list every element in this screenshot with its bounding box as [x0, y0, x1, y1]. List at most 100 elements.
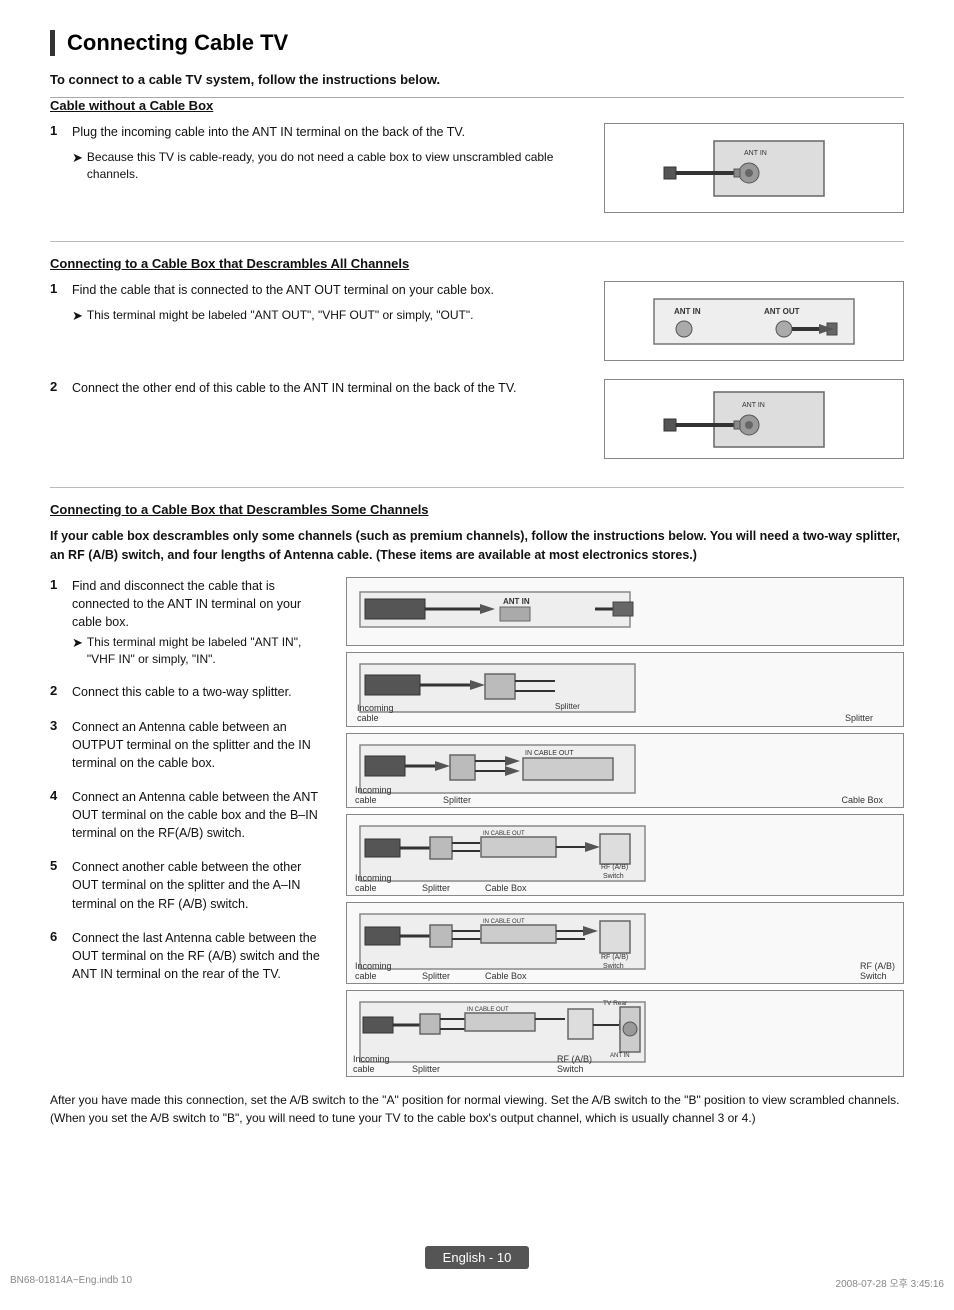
diag6-svg: IN CABLE OUT TV Rear ANT IN [355, 997, 655, 1067]
note-text: Because this TV is cable-ready, you do n… [87, 149, 584, 183]
arrow-icon: ➤ [72, 149, 83, 183]
step-num: 6 [50, 929, 66, 944]
svg-text:ANT IN: ANT IN [674, 307, 701, 316]
partial-step5: 5 Connect another cable between the othe… [50, 858, 330, 912]
diag-step6: IN CABLE OUT TV Rear ANT IN Incomingcabl… [346, 990, 904, 1077]
svg-text:Switch: Switch [603, 873, 624, 880]
diag3-svg: IN CABLE OUT [355, 740, 655, 798]
step-num: 1 [50, 281, 66, 296]
after-note: After you have made this connection, set… [50, 1091, 904, 1127]
section2-title: Connecting to a Cable Box that Descrambl… [50, 256, 904, 271]
svg-text:ANT OUT: ANT OUT [764, 307, 800, 316]
step-text: Find the cable that is connected to the … [72, 281, 494, 299]
ant-in-svg: ANT IN [654, 131, 854, 206]
diag2-label-splitter: Splitter [845, 713, 873, 723]
step-text: Connect this cable to a two-way splitter… [72, 683, 292, 701]
section3: Connecting to a Cable Box that Descrambl… [50, 502, 904, 1127]
section1: Cable without a Cable Box 1 Plug the inc… [50, 98, 904, 221]
page-header: Connecting Cable TV [50, 30, 904, 56]
diag3-label-splitter: Splitter [443, 795, 471, 805]
step-text: Connect the last Antenna cable between t… [72, 929, 330, 983]
svg-text:Switch: Switch [603, 963, 624, 970]
page-footer: English - 10 BN68-01814A~Eng.indb 10 200… [0, 1246, 954, 1290]
ant-in2-diagram: ANT IN [604, 379, 904, 459]
section3-intro: If your cable box descrambles only some … [50, 527, 904, 565]
step-text: Connect the other end of this cable to t… [72, 379, 516, 397]
diag5-label-splitter: Splitter [422, 971, 450, 981]
page-title: Connecting Cable TV [67, 30, 904, 56]
diag5-svg: IN CABLE OUT RF (A/B) Switch [355, 909, 655, 974]
ant-in2-svg: ANT IN [654, 387, 854, 452]
section1-steps: 1 Plug the incoming cable into the ANT I… [50, 123, 584, 183]
step-text: Find and disconnect the cable that is co… [72, 577, 330, 631]
partial-steps-col: 1 Find and disconnect the cable that is … [50, 577, 330, 1000]
section2-step2: 2 Connect the other end of this cable to… [50, 379, 584, 397]
step-row: 2 Connect this cable to a two-way splitt… [50, 683, 330, 701]
svg-text:RF (A/B): RF (A/B) [601, 954, 628, 961]
diag-step4: IN CABLE OUT RF (A/B) Switch Incomingcab… [346, 814, 904, 896]
section2-step1-row: 1 Find the cable that is connected to th… [50, 281, 904, 369]
step1-note: ➤ This terminal might be labeled "ANT IN… [72, 634, 330, 668]
step-text: Connect an Antenna cable between the ANT… [72, 788, 330, 842]
section2-steps1: 1 Find the cable that is connected to th… [50, 281, 584, 325]
ant-in-diagram: ANT IN [604, 123, 904, 213]
diag3-label-cablebox: Cable Box [841, 795, 883, 805]
page-subtitle: To connect to a cable TV system, follow … [50, 72, 904, 98]
section1-content: 1 Plug the incoming cable into the ANT I… [50, 123, 904, 221]
section2: Connecting to a Cable Box that Descrambl… [50, 256, 904, 467]
step-num: 2 [50, 683, 66, 698]
diag2-svg: Splitter [355, 659, 655, 717]
section1-step1: 1 Plug the incoming cable into the ANT I… [50, 123, 584, 141]
diag5-label-incoming: Incomingcable [355, 961, 392, 981]
diag3-label-incoming: Incomingcable [355, 785, 392, 805]
section1-step1-note: ➤ Because this TV is cable-ready, you do… [72, 149, 584, 183]
section2-diagram2: ANT IN [604, 379, 904, 467]
diag4-label-incoming: Incomingcable [355, 873, 392, 893]
partial-step2: 2 Connect this cable to a two-way splitt… [50, 683, 330, 701]
svg-text:ANT IN: ANT IN [503, 597, 530, 606]
step-row: 6 Connect the last Antenna cable between… [50, 929, 330, 983]
partial-step6: 6 Connect the last Antenna cable between… [50, 929, 330, 983]
section2-step1-note: ➤ This terminal might be labeled "ANT OU… [72, 307, 584, 325]
step-row: 5 Connect another cable between the othe… [50, 858, 330, 912]
diag-step5: IN CABLE OUT RF (A/B) Switch Incomingcab… [346, 902, 904, 984]
diag6-label-rfswitch: RF (A/B)Switch [557, 1054, 592, 1074]
diag-step1: ANT IN [346, 577, 904, 646]
note-text: This terminal might be labeled "ANT OUT"… [87, 307, 474, 325]
divider1 [50, 241, 904, 242]
partial-layout: 1 Find and disconnect the cable that is … [50, 577, 904, 1077]
step-num: 4 [50, 788, 66, 803]
diag2-label-incoming: Incomingcable [357, 703, 394, 723]
svg-text:IN CABLE OUT: IN CABLE OUT [467, 1007, 509, 1013]
step-num: 2 [50, 379, 66, 394]
partial-step4: 4 Connect an Antenna cable between the A… [50, 788, 330, 842]
footer-badge: English - 10 [425, 1246, 530, 1269]
svg-text:IN CABLE OUT: IN CABLE OUT [525, 750, 574, 757]
svg-text:ANT IN: ANT IN [742, 402, 765, 409]
svg-text:TV Rear: TV Rear [603, 1000, 628, 1007]
partial-diagrams-col: ANT IN [346, 577, 904, 1077]
diag6-label-splitter: Splitter [412, 1064, 440, 1074]
arrow-icon: ➤ [72, 307, 83, 325]
diag1-svg: ANT IN [355, 584, 655, 636]
note-text: This terminal might be labeled "ANT IN",… [87, 634, 330, 668]
section2-diagram1: ANT IN ANT OUT [604, 281, 904, 369]
step-text: Plug the incoming cable into the ANT IN … [72, 123, 465, 141]
diag4-label-cablebox: Cable Box [485, 883, 527, 893]
diag4-label-splitter: Splitter [422, 883, 450, 893]
partial-step1: 1 Find and disconnect the cable that is … [50, 577, 330, 668]
ant-out-diagram: ANT IN ANT OUT [604, 281, 904, 361]
diag6-label-incoming: Incomingcable [353, 1054, 390, 1074]
section2-step1: 1 Find the cable that is connected to th… [50, 281, 584, 299]
svg-text:RF (A/B): RF (A/B) [601, 864, 628, 871]
partial-step3: 3 Connect an Antenna cable between an OU… [50, 718, 330, 772]
ant-out-svg: ANT IN ANT OUT [644, 289, 864, 354]
diag4-svg: IN CABLE OUT RF (A/B) Switch [355, 821, 655, 886]
svg-text:IN CABLE OUT: IN CABLE OUT [483, 919, 525, 925]
footer-left: BN68-01814A~Eng.indb 10 [10, 1275, 132, 1290]
footer-meta: BN68-01814A~Eng.indb 10 2008-07-28 오후 3:… [0, 1275, 954, 1290]
step-num: 3 [50, 718, 66, 733]
step-num: 1 [50, 577, 66, 592]
step-num: 5 [50, 858, 66, 873]
svg-text:IN CABLE OUT: IN CABLE OUT [483, 831, 525, 837]
